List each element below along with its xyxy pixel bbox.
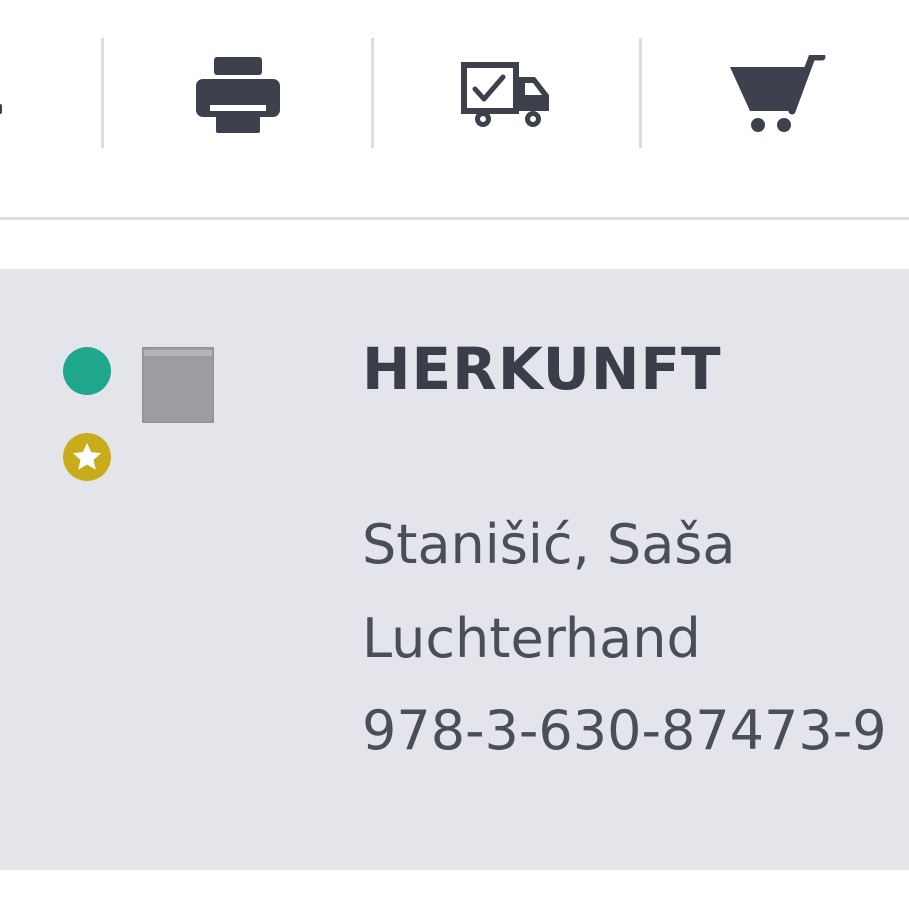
- page: HERKUNFT Stanišić, Saša Luchterhand 978-…: [0, 0, 909, 909]
- availability-status-dot: [63, 347, 111, 395]
- item-publisher: Luchterhand: [362, 607, 701, 670]
- action-toolbar: [0, 0, 909, 190]
- featured-star-icon: [63, 433, 111, 481]
- cart-button[interactable]: [642, 30, 909, 160]
- list-item[interactable]: HERKUNFT Stanišić, Saša Luchterhand 978-…: [0, 269, 909, 870]
- book-icon: [142, 347, 214, 423]
- toolbar-divider: [0, 217, 909, 220]
- star-icon: [72, 442, 102, 470]
- print-button[interactable]: [104, 30, 372, 160]
- delivery-truck-check-icon: [461, 62, 549, 127]
- toolbar-edge-icon: [0, 104, 2, 114]
- item-author: Stanišić, Saša: [362, 513, 736, 576]
- shopping-cart-icon: [729, 55, 825, 132]
- printer-icon: [196, 57, 280, 133]
- item-isbn: 978-3-630-87473-9: [362, 699, 887, 762]
- item-title[interactable]: HERKUNFT: [362, 335, 722, 403]
- delivery-button[interactable]: [374, 30, 640, 160]
